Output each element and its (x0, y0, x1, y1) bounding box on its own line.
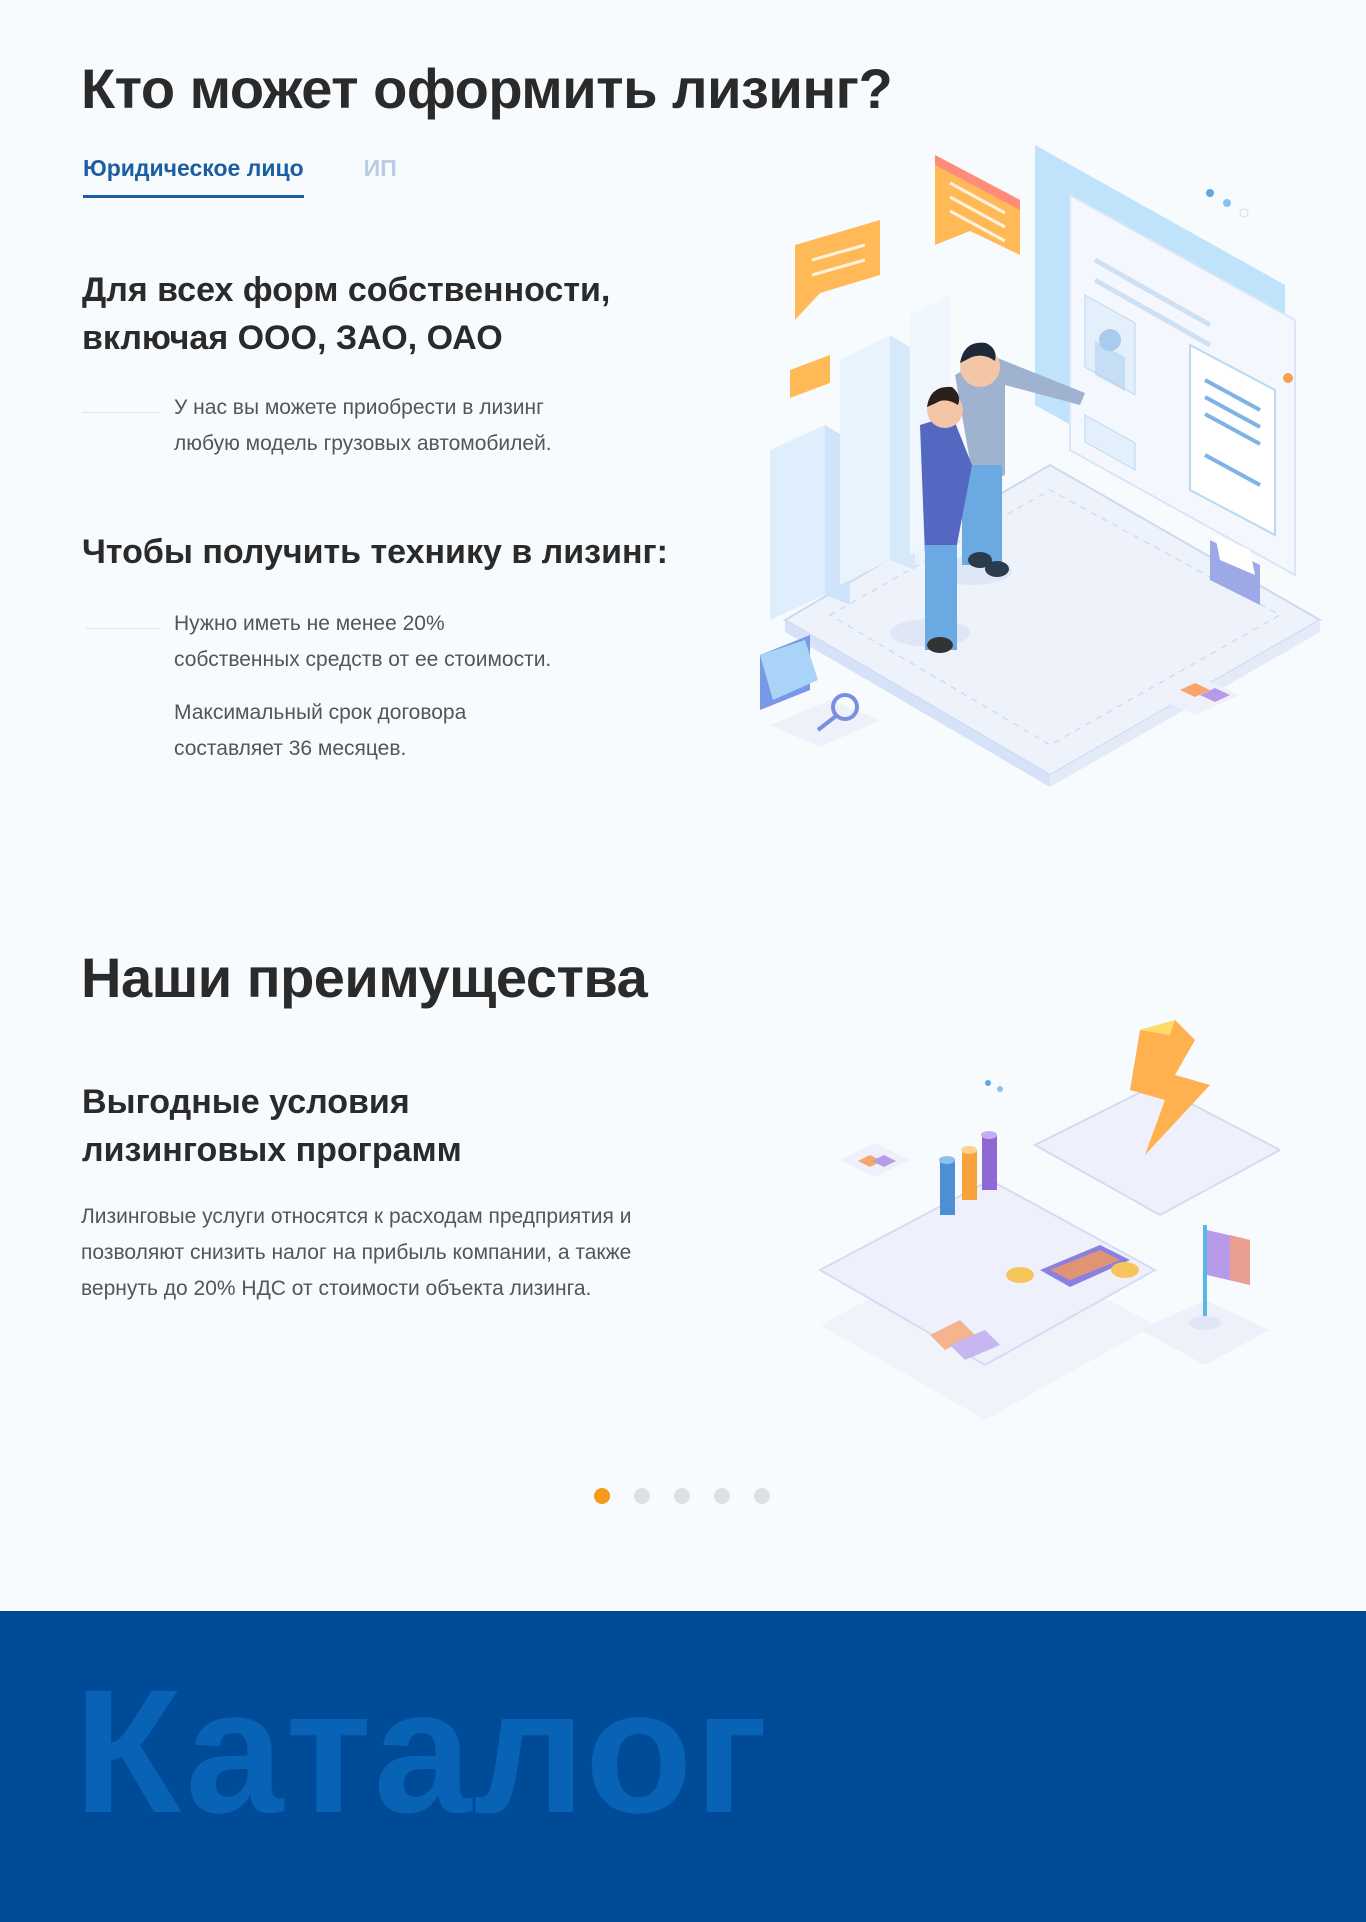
slide-text-line3: вернуть до 20% НДС от стоимости объекта … (81, 1277, 592, 1300)
slider-dot-3[interactable] (674, 1488, 690, 1504)
slide-text-line1: Лизинговые услуги относятся к расходам п… (81, 1205, 632, 1228)
slider-dot-1[interactable] (594, 1488, 610, 1504)
forms-text: У нас вы можете приобрести в лизинг любу… (174, 390, 552, 462)
requirements-heading: Чтобы получить технику в лизинг: (82, 533, 669, 571)
who-title: Кто может оформить лизинг? (81, 57, 893, 120)
requirement-item-1: Нужно иметь не менее 20% собственных сре… (174, 606, 551, 678)
advantages-illustration (817, 1020, 1280, 1420)
entity-tabs: Юридическое лицо ИП (83, 150, 397, 200)
requirement-1-line1: Нужно иметь не менее 20% (174, 612, 445, 635)
leasing-people-illustration (760, 145, 1323, 787)
slide-text: Лизинговые услуги относятся к расходам п… (81, 1199, 631, 1307)
advantages-title: Наши преимущества (81, 946, 648, 1009)
slide-heading: Выгодные условия лизинговых программ (82, 1078, 462, 1174)
slider-dot-4[interactable] (714, 1488, 730, 1504)
catalog-title: Каталог (74, 1654, 770, 1850)
forms-heading-line1: Для всех форм собственности, (82, 271, 611, 309)
slide-heading-line1: Выгодные условия (82, 1083, 410, 1121)
slide-heading-line2: лизинговых программ (82, 1131, 462, 1169)
catalog-section: Каталог (0, 1611, 1366, 1922)
divider-line (86, 628, 160, 629)
slider-dot-2[interactable] (634, 1488, 650, 1504)
slider-pagination (594, 1488, 770, 1504)
slider-dot-5[interactable] (754, 1488, 770, 1504)
slide-text-line2: позволяют снизить налог на прибыль компа… (81, 1241, 632, 1264)
requirement-item-2: Максимальный срок договора составляет 36… (174, 695, 466, 767)
forms-heading: Для всех форм собственности, включая ООО… (82, 266, 610, 362)
requirement-2-line2: составляет 36 месяцев. (174, 737, 407, 760)
requirement-1-line2: собственных средств от ее стоимости. (174, 648, 552, 671)
forms-heading-line2: включая ООО, ЗАО, ОАО (82, 319, 503, 357)
forms-text-line2: любую модель грузовых автомобилей. (174, 432, 552, 455)
tab-individual-entrepreneur[interactable]: ИП (364, 150, 397, 198)
forms-text-line1: У нас вы можете приобрести в лизинг (174, 396, 544, 419)
tab-legal-entity[interactable]: Юридическое лицо (83, 150, 304, 198)
requirement-2-line1: Максимальный срок договора (174, 701, 467, 724)
divider-line (82, 412, 160, 413)
